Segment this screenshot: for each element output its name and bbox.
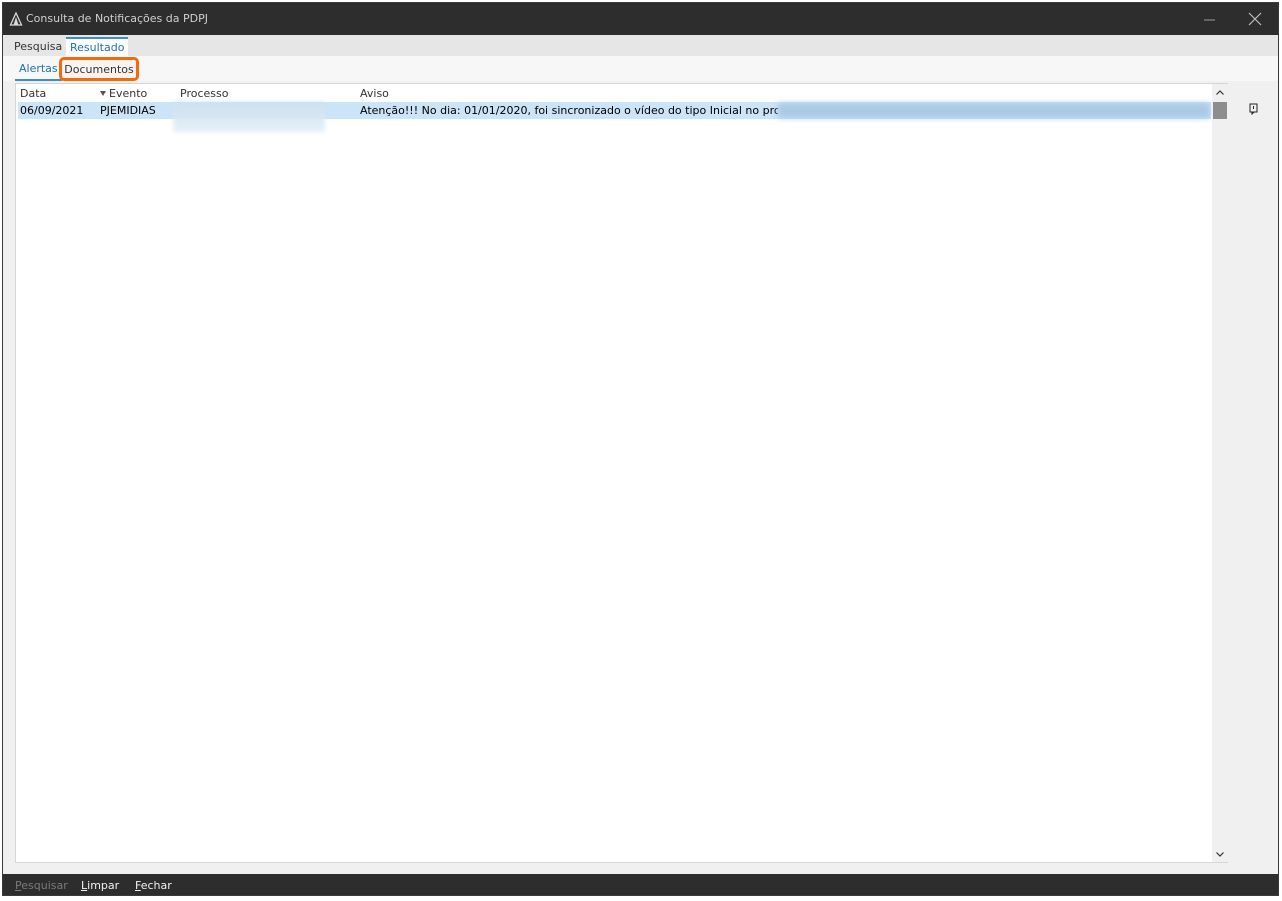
scroll-up-button[interactable] <box>1212 84 1228 100</box>
column-header-aviso[interactable]: Aviso <box>360 87 389 100</box>
table-row[interactable]: 06/09/2021 PJEMIDIAS Atenção!!! No dia: … <box>18 102 1211 132</box>
subtab-alertas[interactable]: Alertas <box>15 60 62 81</box>
tab-resultado[interactable]: Resultado <box>66 37 129 56</box>
app-logo-icon <box>9 12 23 26</box>
column-header-data[interactable]: Data <box>20 87 46 100</box>
pesquisar-button[interactable]: Pesquisar <box>15 879 68 892</box>
chevron-up-icon <box>1216 89 1224 95</box>
minimize-button[interactable] <box>1186 3 1232 35</box>
main-tabs: Pesquisa Resultado <box>3 35 1278 56</box>
sort-descending-icon <box>100 91 106 96</box>
column-header-processo[interactable]: Processo <box>180 87 228 100</box>
scroll-down-button[interactable] <box>1212 846 1228 862</box>
comment-icon[interactable] <box>1248 103 1260 115</box>
cell-evento: PJEMIDIAS <box>100 104 156 117</box>
results-grid: Data Evento Processo Aviso 06/09/2021 PJ… <box>15 83 1228 863</box>
vertical-scrollbar[interactable] <box>1212 84 1228 862</box>
column-header-evento-label: Evento <box>109 87 148 100</box>
subtab-documentos[interactable]: Documentos <box>59 57 139 81</box>
chevron-down-icon <box>1216 851 1224 857</box>
close-icon <box>1248 12 1262 26</box>
column-header-evento[interactable]: Evento <box>100 87 147 100</box>
cell-aviso-redacted <box>778 103 1210 118</box>
scrollbar-thumb[interactable] <box>1213 102 1227 119</box>
window-title: Consulta de Notificações da PDPJ <box>26 12 208 25</box>
close-button[interactable] <box>1232 3 1278 35</box>
tab-pesquisa[interactable]: Pesquisa <box>10 37 66 56</box>
title-bar: Consulta de Notificações da PDPJ <box>3 3 1278 35</box>
grid-header: Data Evento Processo Aviso <box>16 84 1212 101</box>
cell-data: 06/09/2021 <box>20 104 84 117</box>
action-bar: Pesquisar Limpar Fechar <box>3 874 1278 895</box>
sub-tabs: Alertas Documentos <box>3 56 1278 81</box>
fechar-button[interactable]: Fechar <box>135 879 172 892</box>
minimize-icon <box>1203 19 1215 20</box>
cell-processo-redacted <box>173 102 325 132</box>
app-window: Consulta de Notificações da PDPJ Pesquis… <box>2 2 1279 896</box>
limpar-button[interactable]: Limpar <box>81 879 119 892</box>
cell-aviso: Atenção!!! No dia: 01/01/2020, foi sincr… <box>360 104 778 117</box>
